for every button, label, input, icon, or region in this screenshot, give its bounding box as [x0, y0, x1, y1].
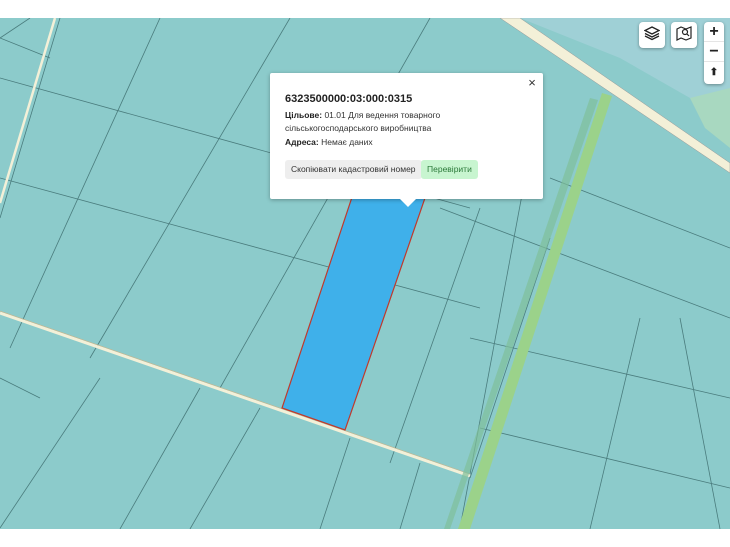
- zoom-control: + − ⬆: [704, 22, 724, 84]
- zoom-in-button[interactable]: +: [704, 22, 724, 42]
- purpose-row: Цільове: 01.01 Для ведення товарного сіл…: [285, 109, 535, 135]
- close-icon[interactable]: ×: [525, 76, 539, 90]
- green-area: [690, 88, 730, 148]
- address-value: Немає даних: [321, 137, 373, 147]
- purpose-label: Цільове:: [285, 110, 323, 120]
- road-edge: [0, 310, 471, 475]
- cadastral-number: 6323500000:03:000:0315: [285, 93, 413, 105]
- zoom-out-button[interactable]: −: [704, 42, 724, 62]
- address-label: Адреса:: [285, 137, 319, 147]
- map-search-button[interactable]: [671, 22, 697, 48]
- map-search-icon: [676, 25, 692, 46]
- selected-parcel[interactable]: [281, 172, 426, 431]
- popup-tip: [400, 199, 416, 207]
- address-row: Адреса: Немає даних: [285, 136, 535, 149]
- road-left: [0, 18, 57, 204]
- check-button[interactable]: Перевірити: [421, 160, 478, 179]
- compass-button[interactable]: ⬆: [704, 62, 724, 82]
- bottom-bar: [0, 529, 730, 547]
- top-bar: [0, 0, 730, 18]
- copy-cadastral-button[interactable]: Скопіювати кадастровий номер: [285, 160, 422, 179]
- layers-button[interactable]: [639, 22, 665, 48]
- parcel-popup: × 6323500000:03:000:0315 Цільове: 01.01 …: [270, 73, 543, 207]
- layers-icon: [643, 25, 661, 46]
